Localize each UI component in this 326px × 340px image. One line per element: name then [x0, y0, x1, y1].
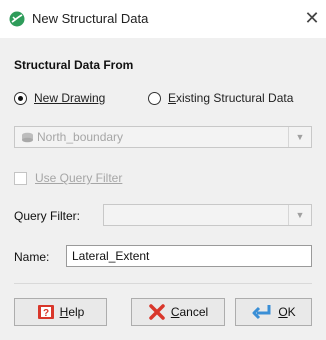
combo-value-text: North_boundary	[37, 130, 124, 144]
source-data-combo[interactable]: North_boundary ▼	[14, 126, 312, 148]
checkbox-label: Use Query Filter	[35, 171, 123, 185]
combo-value: North_boundary	[21, 130, 123, 144]
query-filter-combo[interactable]: ▼	[103, 204, 312, 226]
cancel-label: Cancel	[170, 305, 209, 319]
window-title: New Structural Data	[32, 11, 149, 26]
dialog-body: Structural Data From New Drawing Existin…	[0, 38, 326, 340]
query-filter-label: Query Filter:	[14, 209, 81, 223]
radio-button[interactable]	[148, 91, 161, 105]
cancel-icon	[149, 304, 165, 320]
radio-button[interactable]	[14, 91, 27, 105]
use-query-filter-checkbox[interactable]: Use Query Filter	[14, 171, 122, 185]
help-label: Help	[59, 305, 85, 319]
cancel-button[interactable]: Cancel	[131, 298, 225, 326]
section-title: Structural Data From	[14, 58, 134, 72]
close-icon[interactable]: ✕	[302, 8, 322, 28]
radio-new-drawing[interactable]: New Drawing	[14, 91, 105, 105]
radio-label: Existing Structural Data	[168, 91, 294, 105]
title-bar: New Structural Data ✕	[0, 0, 326, 38]
name-input[interactable]: Lateral_Extent	[66, 245, 312, 267]
help-book-icon: ?	[37, 305, 54, 319]
enter-arrow-icon	[252, 305, 271, 320]
name-label: Name:	[14, 250, 50, 264]
ok-button[interactable]: OK	[235, 298, 312, 326]
radio-existing-structural-data[interactable]: Existing Structural Data	[148, 91, 293, 105]
help-button[interactable]: ? Help	[14, 298, 107, 326]
ok-label: OK	[278, 305, 296, 319]
structural-data-icon	[9, 11, 25, 27]
cylinder-icon	[22, 132, 33, 142]
chevron-down-icon[interactable]: ▼	[288, 127, 311, 147]
radio-label: New Drawing	[34, 91, 106, 105]
svg-text:?: ?	[43, 308, 49, 319]
checkbox[interactable]	[14, 171, 27, 185]
chevron-down-icon[interactable]: ▼	[288, 205, 311, 225]
divider	[14, 283, 312, 284]
